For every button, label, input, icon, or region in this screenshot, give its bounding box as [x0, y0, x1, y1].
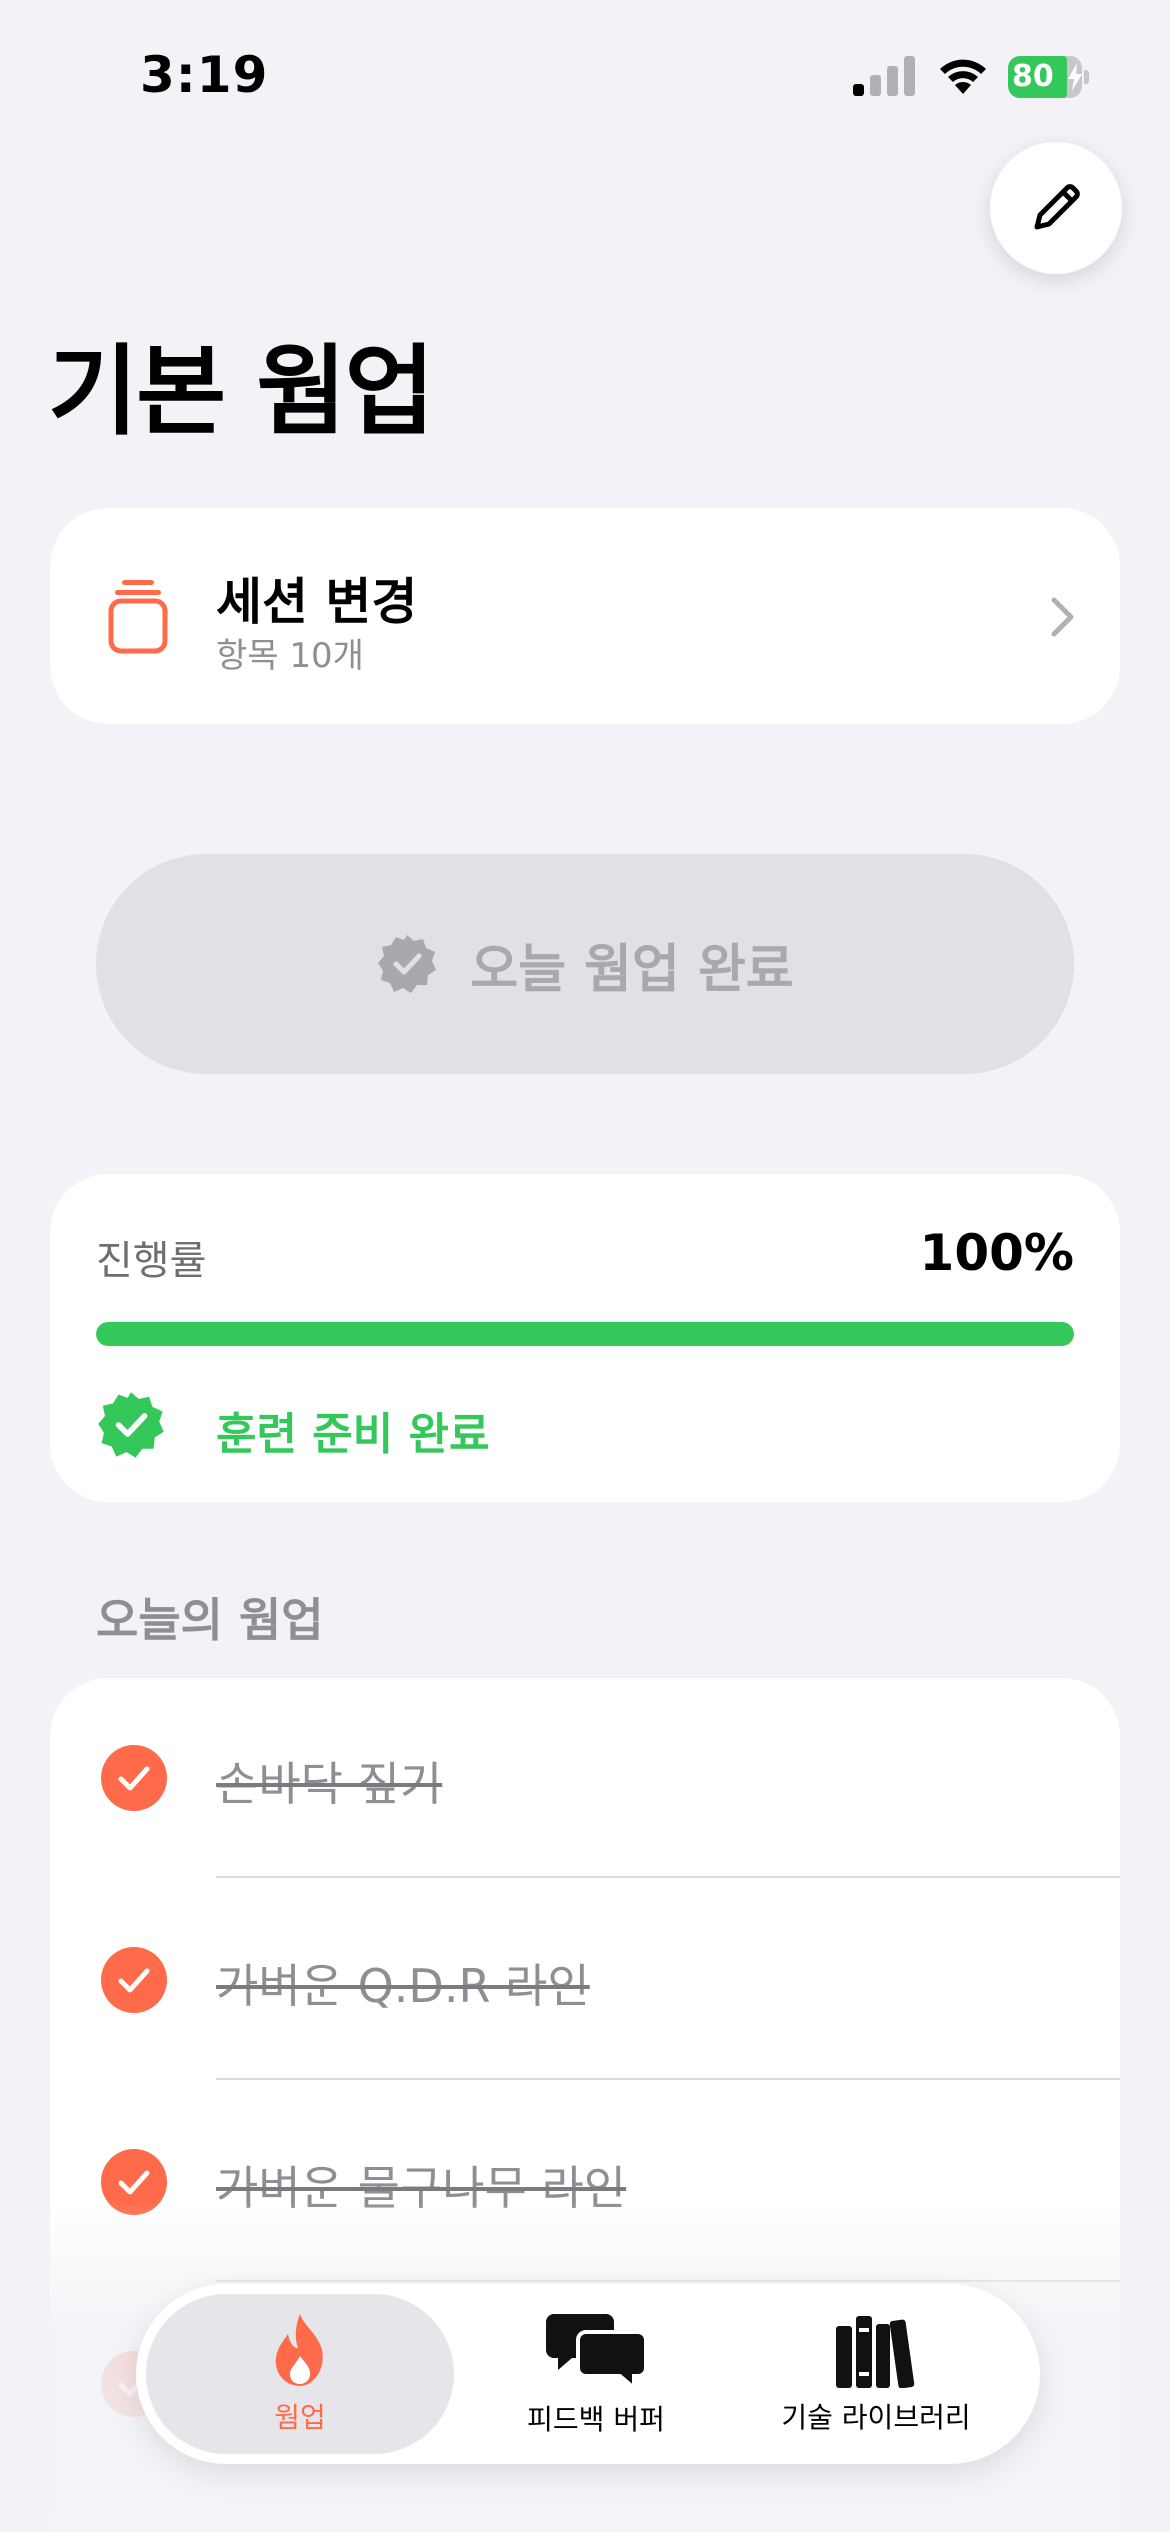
progress-bar: [96, 1322, 1074, 1346]
ready-status-label: 훈련 준비 완료: [216, 1409, 490, 1460]
progress-bar-fill: [96, 1322, 1074, 1346]
books-icon: [836, 2316, 915, 2388]
progress-value: 100%: [919, 1224, 1074, 1282]
checkmark-circle-icon[interactable]: [100, 1744, 168, 1812]
list-item-label: 손바닥 짚기: [216, 1757, 443, 1811]
session-change-card[interactable]: 세션 변경 항목 10개: [50, 508, 1120, 724]
complete-warmup-button[interactable]: 오늘 웜업 완료: [96, 854, 1074, 1074]
tab-label: 웜업: [274, 2401, 326, 2434]
check-seal-icon: [98, 1392, 164, 1458]
status-bar: 3:19 80: [0, 0, 1170, 150]
divider: [216, 1876, 1120, 1878]
tab-skill-library[interactable]: 기술 라이브러리: [736, 2284, 1016, 2464]
flame-icon: [275, 2314, 323, 2386]
chevron-right-icon: [1051, 597, 1074, 637]
chat-bubbles-icon: [546, 2314, 646, 2390]
today-warmup-header: 오늘의 웜업: [96, 1593, 324, 1647]
progress-label: 진행률: [96, 1238, 207, 1284]
wifi-icon: [940, 59, 986, 94]
progress-card: 진행률 100% 훈련 준비 완료: [50, 1174, 1120, 1502]
tab-label: 피드백 버퍼: [527, 2403, 665, 2436]
tab-warmup[interactable]: 웜업: [146, 2284, 454, 2464]
divider: [216, 2078, 1120, 2080]
stack-icon: [108, 580, 168, 654]
cellular-signal-icon: [853, 56, 915, 96]
list-item[interactable]: 손바닥 짚기: [50, 1678, 1120, 1880]
list-item[interactable]: 가벼운 Q.D.R 라인: [50, 1880, 1120, 2082]
tab-label: 기술 라이브러리: [781, 2401, 971, 2434]
complete-warmup-label: 오늘 웜업 완료: [470, 939, 794, 1000]
check-seal-icon: [378, 935, 437, 993]
tab-bar: 웜업 피드백 버퍼 기술 라이브러리: [136, 2284, 1040, 2464]
battery-level: 80: [1012, 59, 1054, 94]
battery-icon: 80: [1008, 56, 1089, 98]
session-item-count: 항목 10개: [216, 636, 364, 676]
tab-feedback-buffer[interactable]: 피드백 버퍼: [466, 2284, 726, 2464]
list-item-label: 가벼운 Q.D.R 라인: [216, 1959, 590, 2013]
session-title: 세션 변경: [216, 573, 418, 631]
pencil-icon: [1034, 184, 1080, 230]
status-time: 3:19: [140, 46, 269, 104]
checkmark-circle-icon[interactable]: [100, 1946, 168, 2014]
page-title: 기본 웜업: [48, 335, 435, 449]
edit-button[interactable]: [990, 142, 1122, 274]
charging-bolt-icon: [1068, 63, 1082, 91]
